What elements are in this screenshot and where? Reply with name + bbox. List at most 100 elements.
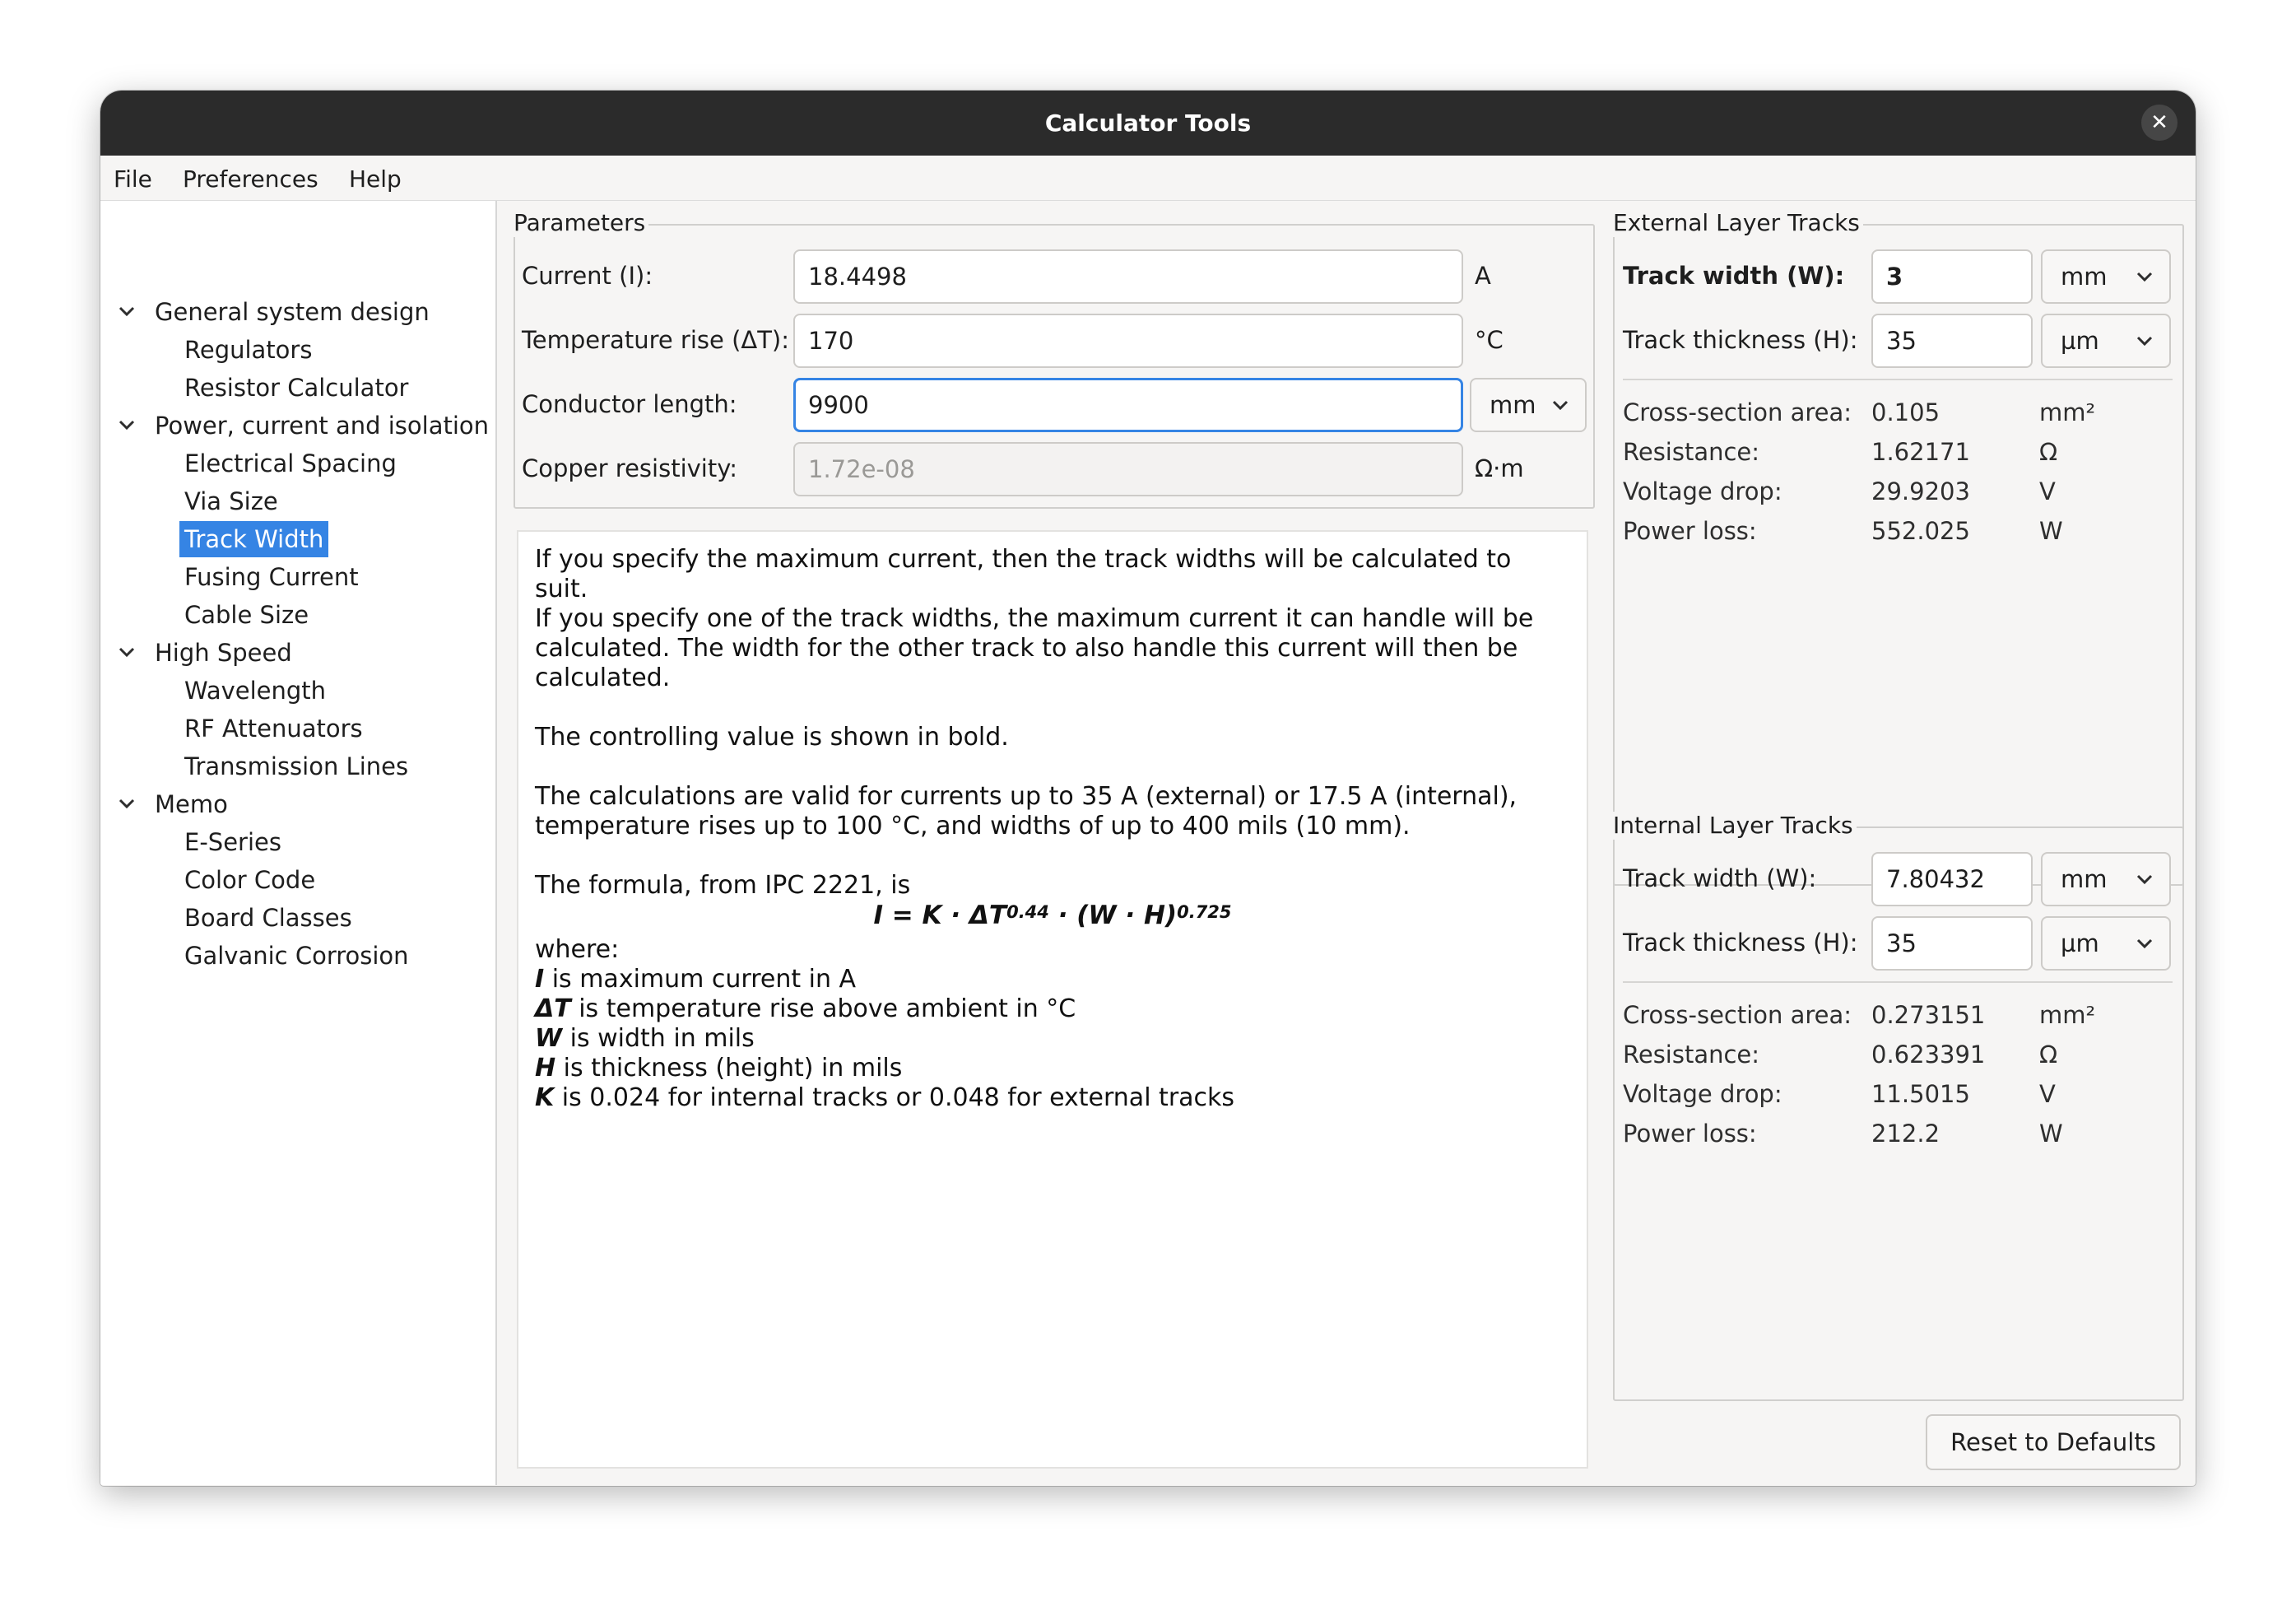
internal-area-value: 0.273151 bbox=[1871, 1001, 1986, 1029]
external-tracks-title: External Layer Tracks bbox=[1611, 209, 1863, 237]
menu-help[interactable]: Help bbox=[349, 156, 402, 203]
formula-part: I = K · ΔT bbox=[873, 901, 1007, 930]
internal-resistance-label: Resistance: bbox=[1623, 1041, 1760, 1069]
tree-group-power[interactable]: Power, current and isolation bbox=[100, 407, 490, 444]
external-thickness-input[interactable]: 35 bbox=[1871, 314, 2033, 368]
tree-item-galvanic-corrosion[interactable]: Galvanic Corrosion bbox=[179, 938, 414, 974]
tree-group-label: Memo bbox=[155, 790, 228, 818]
tree-group-label: Power, current and isolation bbox=[155, 412, 490, 440]
variable-name: H bbox=[535, 1054, 556, 1083]
temperature-rise-input[interactable]: 170 bbox=[793, 314, 1463, 368]
chevron-down-icon[interactable] bbox=[115, 635, 138, 671]
conductor-length-unit-value: mm bbox=[1490, 391, 1536, 419]
internal-power-loss-label: Power loss: bbox=[1623, 1120, 1757, 1148]
external-voltage-drop-label: Voltage drop: bbox=[1623, 477, 1782, 505]
external-resistance-value: 1.62171 bbox=[1871, 438, 1970, 466]
variable-name: I bbox=[535, 965, 545, 994]
external-area-label: Cross-section area: bbox=[1623, 398, 1852, 426]
external-width-unit-select[interactable]: mm bbox=[2041, 249, 2171, 304]
tree-item-transmission-lines[interactable]: Transmission Lines bbox=[179, 748, 413, 785]
title-bar[interactable]: Calculator Tools ✕ bbox=[100, 91, 2196, 156]
window-title: Calculator Tools bbox=[1044, 109, 1252, 137]
internal-thickness-input[interactable]: 35 bbox=[1871, 916, 2033, 971]
internal-area-label: Cross-section area: bbox=[1623, 1001, 1852, 1029]
variable-definition: H is thickness (height) in mils bbox=[535, 1054, 1572, 1083]
variable-text: is 0.024 for internal tracks or 0.048 fo… bbox=[554, 1083, 1235, 1112]
external-thickness-unit-select[interactable]: µm bbox=[2041, 314, 2171, 368]
variable-text: is width in mils bbox=[562, 1024, 755, 1053]
tree-item-regulators[interactable]: Regulators bbox=[179, 332, 317, 368]
tree-item-track-width[interactable]: Track Width bbox=[179, 521, 329, 557]
internal-resistance-value: 0.623391 bbox=[1871, 1041, 1986, 1069]
chevron-down-icon bbox=[2136, 272, 2153, 282]
tree-item-electrical-spacing[interactable]: Electrical Spacing bbox=[179, 445, 402, 482]
internal-tracks-frame bbox=[1613, 826, 2184, 1401]
tree-item-fusing-current[interactable]: Fusing Current bbox=[179, 559, 364, 595]
close-icon[interactable]: ✕ bbox=[2141, 105, 2177, 141]
copper-resistivity-unit: Ω·m bbox=[1475, 454, 1524, 482]
internal-width-input[interactable]: 7.80432 bbox=[1871, 852, 2033, 906]
tree-group-label: High Speed bbox=[155, 639, 292, 667]
calculator-tree: General system design Regulators Resisto… bbox=[100, 201, 497, 1485]
tree-group-general[interactable]: General system design bbox=[100, 294, 487, 330]
external-thickness-unit-value: µm bbox=[2061, 327, 2099, 355]
tree-item-board-classes[interactable]: Board Classes bbox=[179, 900, 357, 936]
tree-item-rf-attenuators[interactable]: RF Attenuators bbox=[179, 710, 368, 747]
internal-tracks-title: Internal Layer Tracks bbox=[1611, 812, 1857, 840]
chevron-down-icon bbox=[2136, 336, 2153, 347]
external-voltage-drop-value: 29.9203 bbox=[1871, 477, 1970, 505]
external-width-input[interactable]: 3 bbox=[1871, 249, 2033, 304]
internal-power-loss-value: 212.2 bbox=[1871, 1120, 1940, 1148]
chevron-down-icon[interactable] bbox=[115, 407, 138, 444]
internal-voltage-drop-value: 11.5015 bbox=[1871, 1080, 1970, 1108]
help-paragraph: The calculations are valid for currents … bbox=[535, 782, 1517, 840]
tree-item-resistor-calculator[interactable]: Resistor Calculator bbox=[179, 370, 413, 406]
formula-exponent: 0.725 bbox=[1177, 902, 1232, 922]
tree-item-via-size[interactable]: Via Size bbox=[179, 483, 283, 519]
external-area-unit: mm² bbox=[2039, 398, 2096, 426]
external-power-loss-unit: W bbox=[2039, 517, 2063, 545]
variable-name: K bbox=[535, 1083, 555, 1112]
chevron-down-icon[interactable] bbox=[115, 786, 138, 822]
external-resistance-unit: Ω bbox=[2039, 438, 2058, 466]
variable-text: is maximum current in A bbox=[544, 965, 857, 994]
temperature-rise-label: Temperature rise (ΔT): bbox=[522, 326, 790, 354]
tree-group-memo[interactable]: Memo bbox=[100, 786, 487, 822]
menu-file[interactable]: File bbox=[114, 156, 152, 203]
variable-name: W bbox=[535, 1024, 563, 1053]
conductor-length-input[interactable]: 9900 bbox=[793, 378, 1463, 432]
formula-exponent: 0.44 bbox=[1006, 902, 1049, 922]
current-unit: A bbox=[1475, 262, 1491, 290]
tree-item-color-code[interactable]: Color Code bbox=[179, 862, 320, 898]
copper-resistivity-label: Copper resistivity: bbox=[522, 454, 738, 482]
menu-bar: File Preferences Help bbox=[100, 156, 2196, 201]
reset-to-defaults-button[interactable]: Reset to Defaults bbox=[1926, 1414, 2181, 1470]
tree-item-wavelength[interactable]: Wavelength bbox=[179, 673, 331, 709]
tree-group-high-speed[interactable]: High Speed bbox=[100, 635, 487, 671]
copper-resistivity-input: 1.72e-08 bbox=[793, 442, 1463, 496]
external-thickness-label: Track thickness (H): bbox=[1623, 326, 1858, 354]
tree-group-label: General system design bbox=[155, 298, 430, 326]
internal-width-unit-select[interactable]: mm bbox=[2041, 852, 2171, 906]
menu-preferences[interactable]: Preferences bbox=[183, 156, 318, 203]
help-paragraph: If you specify one of the track widths, … bbox=[535, 604, 1534, 692]
chevron-down-icon[interactable] bbox=[115, 294, 138, 330]
external-area-value: 0.105 bbox=[1871, 398, 1940, 426]
calculator-window: Calculator Tools ✕ File Preferences Help… bbox=[100, 91, 2196, 1486]
chevron-down-icon bbox=[2136, 938, 2153, 949]
ipc-formula: I = K · ΔT0.44 · (W · H)0.725 bbox=[518, 901, 1587, 930]
formula-part: · (W · H) bbox=[1048, 901, 1178, 930]
tree-item-e-series[interactable]: E-Series bbox=[179, 824, 286, 860]
help-paragraph: The controlling value is shown in bold. bbox=[535, 723, 1009, 752]
temperature-rise-unit: °C bbox=[1475, 326, 1504, 354]
internal-thickness-label: Track thickness (H): bbox=[1623, 929, 1858, 957]
current-input[interactable]: 18.4498 bbox=[793, 249, 1463, 304]
internal-thickness-unit-select[interactable]: µm bbox=[2041, 916, 2171, 971]
internal-power-loss-unit: W bbox=[2039, 1120, 2063, 1148]
current-label: Current (I): bbox=[522, 262, 653, 290]
separator bbox=[1623, 379, 2173, 380]
conductor-length-unit-select[interactable]: mm bbox=[1470, 378, 1587, 432]
tree-item-cable-size[interactable]: Cable Size bbox=[179, 597, 314, 633]
internal-resistance-unit: Ω bbox=[2039, 1041, 2058, 1069]
external-width-label: Track width (W): bbox=[1623, 262, 1845, 290]
